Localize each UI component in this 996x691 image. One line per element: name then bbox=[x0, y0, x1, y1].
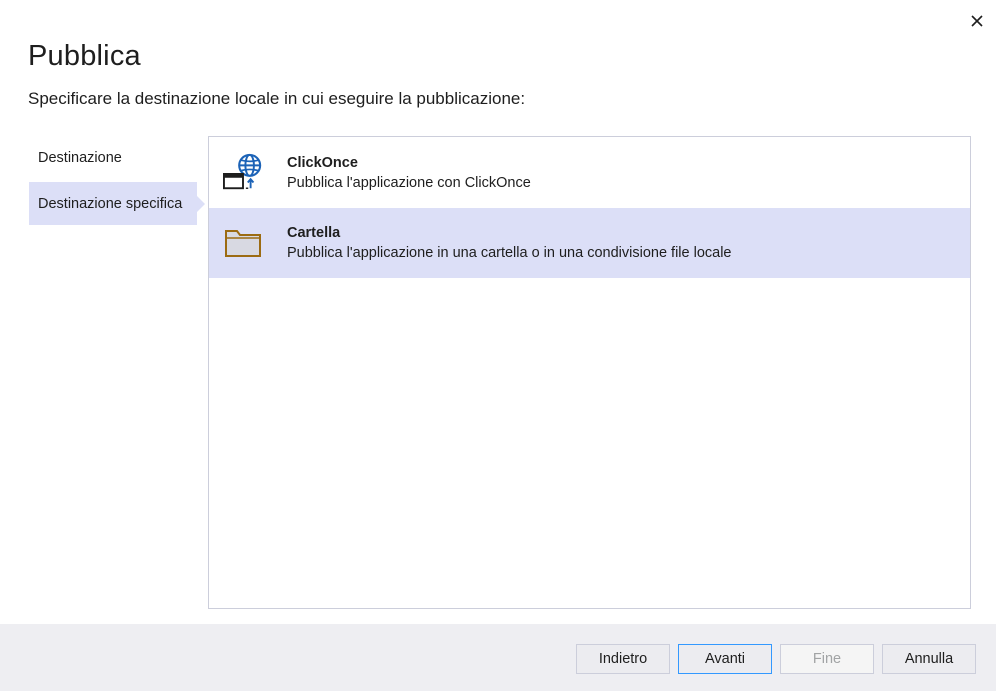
next-button[interactable]: Avanti bbox=[678, 644, 772, 674]
step-destinazione[interactable]: Destinazione bbox=[29, 136, 197, 179]
dialog-footer: Indietro Avanti Fine Annulla bbox=[0, 624, 996, 691]
target-item-clickonce[interactable]: ClickOnce Pubblica l'applicazione con Cl… bbox=[209, 138, 970, 208]
target-item-cartella[interactable]: Cartella Pubblica l'applicazione in una … bbox=[209, 208, 970, 278]
back-button[interactable]: Indietro bbox=[576, 644, 670, 674]
target-desc-cartella: Pubblica l'applicazione in una cartella … bbox=[287, 245, 732, 261]
target-list: ClickOnce Pubblica l'applicazione con Cl… bbox=[208, 136, 971, 609]
publish-dialog: Pubblica Specificare la destinazione loc… bbox=[0, 0, 996, 691]
clickonce-globe-icon bbox=[223, 153, 263, 193]
folder-icon bbox=[223, 223, 263, 263]
finish-button: Fine bbox=[780, 644, 874, 674]
cancel-button[interactable]: Annulla bbox=[882, 644, 976, 674]
wizard-steps: Destinazione Destinazione specifica bbox=[29, 136, 205, 228]
dialog-subtitle: Specificare la destinazione locale in cu… bbox=[28, 89, 526, 108]
target-title-clickonce: ClickOnce bbox=[287, 155, 358, 171]
close-button[interactable] bbox=[966, 10, 988, 32]
dialog-title: Pubblica bbox=[28, 40, 141, 72]
target-desc-clickonce: Pubblica l'applicazione con ClickOnce bbox=[287, 175, 531, 191]
close-icon bbox=[971, 15, 983, 27]
step-destinazione-specifica[interactable]: Destinazione specifica bbox=[29, 182, 205, 225]
target-title-cartella: Cartella bbox=[287, 225, 341, 241]
